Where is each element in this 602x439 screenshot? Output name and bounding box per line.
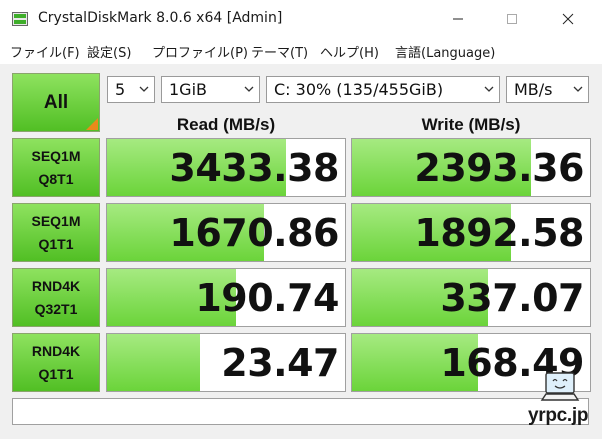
- menu-settings[interactable]: 設定(S): [87, 42, 131, 61]
- corner-marker-icon: [86, 118, 98, 130]
- write-value: 337.07: [440, 276, 584, 320]
- test-label-line1: SEQ1M: [31, 147, 81, 164]
- read-result-rnd4k-q1t1: 23.47: [106, 333, 346, 392]
- window-title: CrystalDiskMark 8.0.6 x64 [Admin]: [38, 10, 283, 26]
- maximize-icon[interactable]: [500, 8, 524, 30]
- minimize-icon[interactable]: [446, 8, 470, 30]
- laptop-face-icon: [540, 372, 580, 401]
- test-label-line2: Q32T1: [34, 300, 78, 317]
- menu-bar: ファイル(F) 設定(S) プロファイル(P) テーマ(T) ヘルプ(H) 言語…: [0, 38, 602, 64]
- app-icon: [12, 12, 28, 26]
- read-value: 1670.86: [169, 211, 339, 255]
- test-label-line1: RND4K: [31, 277, 81, 294]
- read-value: 190.74: [195, 276, 339, 320]
- write-result-rnd4k-q32t1: 337.07: [351, 268, 591, 327]
- close-icon[interactable]: [556, 8, 580, 30]
- count-select[interactable]: 5: [107, 76, 155, 103]
- chevron-down-icon: [484, 86, 494, 92]
- test-button-rnd4k-q1t1[interactable]: RND4K Q1T1: [12, 333, 100, 392]
- write-result-seq1m-q8t1: 2393.36: [351, 138, 591, 197]
- chevron-down-icon: [244, 86, 254, 92]
- read-value: 3433.38: [169, 146, 339, 190]
- test-button-rnd4k-q32t1[interactable]: RND4K Q32T1: [12, 268, 100, 327]
- watermark-text: yrpc.jp: [528, 405, 589, 426]
- all-button[interactable]: All: [12, 73, 100, 132]
- menu-file[interactable]: ファイル(F): [10, 42, 80, 61]
- unit-value: MB/s: [514, 80, 553, 99]
- menu-help[interactable]: ヘルプ(H): [320, 42, 379, 61]
- test-button-seq1m-q8t1[interactable]: SEQ1M Q8T1: [12, 138, 100, 197]
- write-value: 1892.58: [414, 211, 584, 255]
- all-button-label: All: [43, 91, 69, 113]
- write-result-seq1m-q1t1: 1892.58: [351, 203, 591, 262]
- read-bar: [107, 334, 200, 391]
- unit-select[interactable]: MB/s: [506, 76, 589, 103]
- test-label-line2: Q1T1: [38, 365, 74, 382]
- title-bar: CrystalDiskMark 8.0.6 x64 [Admin]: [0, 0, 602, 38]
- write-header: Write (MB/s): [421, 115, 521, 134]
- test-label-line1: SEQ1M: [31, 212, 81, 229]
- menu-profile[interactable]: プロファイル(P): [152, 42, 248, 61]
- chevron-down-icon: [139, 86, 149, 92]
- size-value: 1GiB: [169, 80, 207, 99]
- test-label-line1: RND4K: [31, 342, 81, 359]
- read-result-seq1m-q8t1: 3433.38: [106, 138, 346, 197]
- read-result-seq1m-q1t1: 1670.86: [106, 203, 346, 262]
- chevron-down-icon: [573, 86, 583, 92]
- drive-value: C: 30% (135/455GiB): [274, 80, 444, 99]
- menu-theme[interactable]: テーマ(T): [251, 42, 308, 61]
- read-header: Read (MB/s): [176, 115, 276, 134]
- read-value: 23.47: [221, 341, 339, 385]
- count-value: 5: [115, 80, 126, 99]
- test-label-line2: Q8T1: [38, 170, 74, 187]
- test-label-line2: Q1T1: [38, 235, 74, 252]
- test-button-seq1m-q1t1[interactable]: SEQ1M Q1T1: [12, 203, 100, 262]
- size-select[interactable]: 1GiB: [161, 76, 260, 103]
- read-result-rnd4k-q32t1: 190.74: [106, 268, 346, 327]
- drive-select[interactable]: C: 30% (135/455GiB): [266, 76, 500, 103]
- menu-language[interactable]: 言語(Language): [395, 42, 495, 61]
- write-value: 2393.36: [414, 146, 584, 190]
- comment-field[interactable]: [12, 398, 589, 425]
